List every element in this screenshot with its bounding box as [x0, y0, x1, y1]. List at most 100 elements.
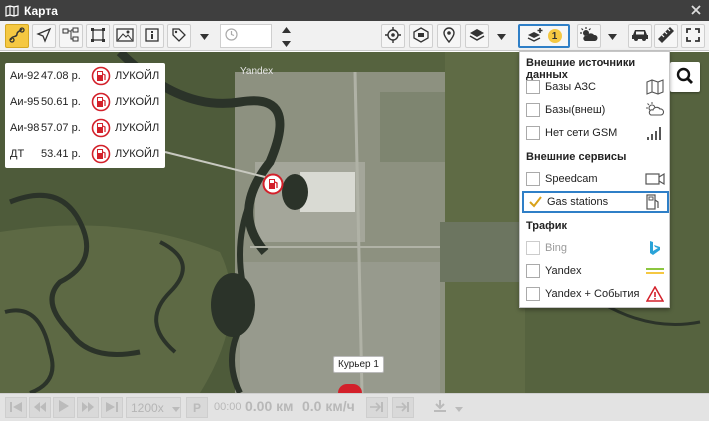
skip-end-icon	[106, 401, 118, 415]
map-search-button[interactable]	[670, 62, 700, 92]
fuel-price-table: Аи-92 47.08 р. ЛУКОЙЛ Аи-95 50.61 р. ЛУК…	[5, 63, 165, 168]
layer-label: Базы АЗС	[545, 81, 596, 93]
navigation-button[interactable]	[32, 24, 56, 48]
info-icon	[145, 27, 159, 45]
playback-speed: 0.0 км/ч	[302, 398, 355, 414]
layers-count-badge: 1	[547, 29, 562, 43]
fuel-row[interactable]: Аи-95 50.61 р. ЛУКОЙЛ	[5, 89, 165, 115]
close-icon[interactable]	[687, 1, 705, 19]
layer-label: Нет сети GSM	[545, 127, 618, 139]
export-button[interactable]	[426, 397, 470, 418]
layer-item-yandex-events[interactable]: Yandex + События	[522, 283, 669, 305]
section-external-services: Внешние сервисы	[526, 151, 627, 163]
spinner-up-icon[interactable]	[281, 22, 291, 36]
caret-down-icon	[455, 401, 463, 415]
car-button[interactable]	[628, 24, 652, 48]
fuel-price: 57.07 р.	[41, 122, 81, 134]
courier-label[interactable]: Курьер 1	[333, 356, 384, 373]
select-area-button[interactable]	[86, 24, 110, 48]
tag-button[interactable]	[167, 24, 191, 48]
map-watermark: Yandex	[240, 66, 274, 77]
time-spinner[interactable]	[274, 24, 298, 48]
fuel-pump-icon	[91, 92, 115, 112]
weather-button[interactable]	[577, 24, 601, 48]
layers-button[interactable]	[465, 24, 489, 48]
fuel-row[interactable]: ДТ 53.41 р. ЛУКОЙЛ	[5, 141, 165, 167]
checkbox[interactable]	[526, 80, 540, 94]
fuel-brand: ЛУКОЙЛ	[115, 96, 160, 108]
search-icon	[676, 67, 694, 88]
spinner-down-icon[interactable]	[281, 36, 291, 50]
layers-dropdown-panel: Внешние источники данных Базы АЗС Базы(в…	[519, 51, 670, 308]
layer-item-bing[interactable]: Bing	[522, 237, 669, 259]
checkbox[interactable]	[526, 287, 540, 301]
playback-bar: 1200x P 00:00 0.00 км 0.0 км/ч	[0, 393, 709, 421]
layers-add-icon	[527, 27, 545, 46]
rewind-icon	[34, 401, 46, 415]
vehicle-button[interactable]	[409, 24, 433, 48]
window-titlebar: Карта	[0, 0, 709, 21]
car-icon	[631, 28, 649, 45]
locate-button[interactable]	[381, 24, 405, 48]
info-button[interactable]	[140, 24, 164, 48]
pin-button[interactable]	[437, 24, 461, 48]
step-forward-icon	[370, 401, 384, 415]
step-forward-button[interactable]	[366, 397, 388, 418]
rewind-button[interactable]	[29, 397, 51, 418]
checkbox[interactable]	[526, 126, 540, 140]
external-layers-button[interactable]: 1	[518, 24, 570, 48]
signal-icon	[644, 124, 666, 142]
checkbox[interactable]	[526, 241, 540, 255]
ruler-button[interactable]	[654, 24, 678, 48]
fullscreen-button[interactable]	[681, 24, 705, 48]
fuel-type: Аи-92	[10, 70, 40, 82]
vehicle-icon	[413, 26, 429, 46]
play-icon	[59, 400, 69, 415]
speed-factor-select[interactable]: 1200x	[126, 397, 181, 418]
caret-down-icon	[607, 29, 617, 43]
caret-down-icon	[171, 401, 180, 415]
ruler-icon	[657, 26, 675, 47]
play-button[interactable]	[53, 397, 75, 418]
fuel-row[interactable]: Аи-92 47.08 р. ЛУКОЙЛ	[5, 63, 165, 89]
layer-item-no-gsm[interactable]: Нет сети GSM	[522, 122, 669, 144]
skip-start-button[interactable]	[5, 397, 27, 418]
layer-label: Gas stations	[547, 196, 609, 208]
tree-button[interactable]	[59, 24, 83, 48]
fast-forward-button[interactable]	[77, 397, 99, 418]
layer-item-gas-stations[interactable]: Gas stations	[522, 191, 669, 213]
image-button[interactable]	[113, 24, 137, 48]
checkbox[interactable]	[526, 172, 540, 186]
layer-item-fuel-bases[interactable]: Базы АЗС	[522, 76, 669, 98]
fuel-type: ДТ	[10, 148, 25, 160]
gas-station-marker[interactable]	[262, 173, 284, 195]
speed-factor-value: 1200x	[131, 400, 164, 415]
checkbox[interactable]	[526, 264, 540, 278]
checkbox-checked[interactable]	[528, 195, 542, 209]
checkbox[interactable]	[526, 103, 540, 117]
layers-icon	[469, 27, 485, 46]
layer-item-yandex[interactable]: Yandex	[522, 260, 669, 282]
skip-end-button[interactable]	[101, 397, 123, 418]
layer-item-bases-external[interactable]: Базы(внеш)	[522, 99, 669, 121]
weather-dropdown-toggle[interactable]	[606, 24, 618, 48]
route-tool-button[interactable]	[5, 24, 29, 48]
layer-label: Yandex	[545, 265, 582, 277]
fuel-pump-icon	[91, 118, 115, 138]
layer-item-speedcam[interactable]: Speedcam	[522, 168, 669, 190]
layers-dropdown-toggle[interactable]	[495, 24, 507, 48]
fuel-row[interactable]: Аи-98 57.07 р. ЛУКОЙЛ	[5, 115, 165, 141]
pin-icon	[442, 26, 456, 46]
weather-icon	[579, 26, 599, 46]
navigation-arrow-icon	[36, 27, 52, 46]
courier-marker[interactable]	[338, 384, 362, 393]
step-end-button[interactable]	[392, 397, 414, 418]
fuel-price: 47.08 р.	[41, 70, 81, 82]
tag-dropdown-toggle[interactable]	[198, 24, 210, 48]
weather-icon	[644, 101, 666, 119]
playback-time: 00:00	[214, 401, 242, 413]
fullscreen-icon	[686, 27, 700, 45]
parking-button[interactable]: P	[186, 397, 208, 418]
time-input[interactable]	[220, 24, 272, 48]
section-traffic: Трафик	[526, 220, 568, 232]
